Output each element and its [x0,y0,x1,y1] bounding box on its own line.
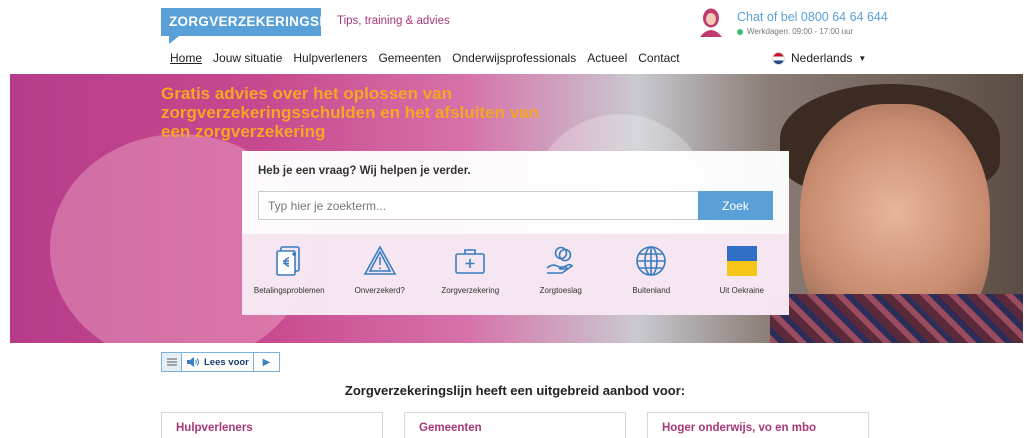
logo-tail [169,36,179,44]
globe-icon [636,246,667,276]
category-onverzekerd[interactable]: Onverzekerd? [335,244,425,315]
site-logo[interactable]: ZORGVERZEKERINGSLIJN [161,8,349,36]
ukraine-flag-icon [726,246,757,276]
warning-icon [363,245,397,275]
menu-icon [166,358,177,366]
offer-heading: Zorgverzekeringslijn heeft een uitgebrei… [344,383,686,398]
category-label: Betalingsproblemen [253,286,325,295]
nav-contact[interactable]: Contact [638,51,679,65]
support-agent-icon[interactable] [698,7,724,37]
nav-actueel[interactable]: Actueel [587,51,627,65]
chat-phone-link[interactable]: Chat of bel 0800 64 64 644 [737,10,888,24]
category-label: Onverzekerd? [354,286,405,295]
caret-down-icon: ▼ [858,53,867,63]
search-input[interactable] [258,191,699,220]
category-zorgverzekering[interactable]: Zorgverzekering [425,244,515,315]
category-shortcuts: Betalingsproblemen Onverzekerd? Zorgverz… [242,234,789,315]
search-panel: Heb je een vraag? Wij helpen je verder. … [242,151,789,315]
tagline: Tips, training & advies [337,15,450,27]
offer-card-hulpverleners[interactable]: Hulpverleners [161,412,383,438]
nav-gemeenten[interactable]: Gemeenten [378,51,441,65]
nav-home[interactable]: Home [170,51,202,65]
search-question: Heb je een vraag? Wij helpen je verder. [258,165,471,177]
main-navigation: Home Jouw situatie Hulpverleners Gemeent… [170,51,680,65]
opening-hours: Werkdagen: 09:00 - 17:00 uur [737,27,853,36]
speaker-icon [187,357,199,367]
play-icon: ▶ [262,356,271,368]
search-button[interactable]: Zoek [698,191,773,220]
category-label: Buitenland [632,286,671,295]
document-euro-icon [276,246,301,276]
category-zorgtoeslag[interactable]: Zorgtoeslag [516,244,606,315]
play-button[interactable]: ▶ [253,353,279,371]
category-betalingsproblemen[interactable]: Betalingsproblemen [244,244,334,315]
category-buitenland[interactable]: Buitenland [606,244,696,315]
readaloud-button[interactable]: Lees voor [182,353,253,371]
language-label: Nederlands [791,51,853,65]
offer-card-title: Gemeenten [419,422,482,434]
hours-text: Werkdagen: 09:00 - 17:00 uur [747,27,854,36]
hand-coins-icon [546,246,573,274]
online-status-dot [737,28,743,35]
offer-card-title: Hulpverleners [176,422,253,434]
medical-kit-icon [455,249,486,274]
netherlands-flag-icon [772,51,785,65]
category-label: Zorgtoeslag [539,286,582,295]
offer-card-onderwijs[interactable]: Hoger onderwijs, vo en mbo [647,412,869,438]
readaloud-label: Lees voor [204,356,249,368]
offer-card-gemeenten[interactable]: Gemeenten [404,412,626,438]
category-label: Uit Oekraine [719,286,764,295]
nav-hulpverleners[interactable]: Hulpverleners [293,51,367,65]
hero-title: Gratis advies over het oplossen van zorg… [161,84,539,141]
language-selector[interactable]: Nederlands ▼ [772,51,866,65]
nav-onderwijsprofessionals[interactable]: Onderwijsprofessionals [452,51,576,65]
hero-photo-shirt [770,294,1023,343]
offer-card-title: Hoger onderwijs, vo en mbo [662,422,816,434]
readaloud-toolbar: Lees voor ▶ [161,352,280,372]
nav-jouw-situatie[interactable]: Jouw situatie [213,51,282,65]
readaloud-menu-button[interactable] [162,353,182,371]
category-uit-oekraine[interactable]: Uit Oekraine [697,244,787,315]
category-label: Zorgverzekering [441,286,500,295]
